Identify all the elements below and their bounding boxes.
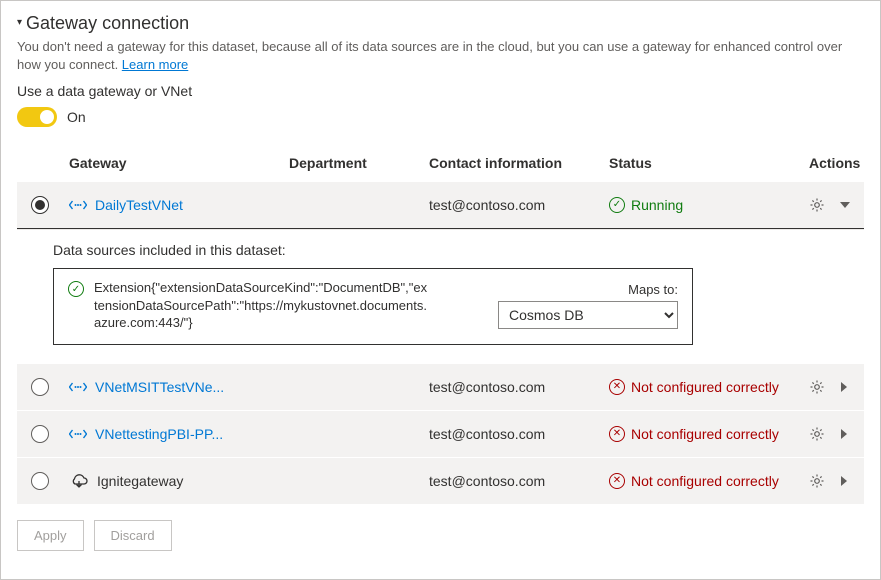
chevron-right-icon[interactable] — [839, 381, 849, 393]
status-text: Not configured correctly — [631, 426, 779, 442]
contact-cell: test@contoso.com — [429, 426, 609, 442]
row-actions — [809, 426, 859, 442]
gear-icon[interactable] — [809, 197, 825, 213]
col-actions: Actions — [809, 155, 872, 171]
gateway-table: Gateway Department Contact information S… — [17, 145, 864, 504]
cloud-gateway-icon — [69, 473, 89, 489]
check-circle-icon: ✓ — [68, 281, 84, 297]
apply-button[interactable]: Apply — [17, 520, 84, 551]
section-title: Gateway connection — [26, 13, 189, 34]
gateway-name: VNettestingPBI-PP... — [95, 426, 223, 442]
table-header: Gateway Department Contact information S… — [17, 145, 864, 181]
footer-buttons: Apply Discard — [17, 520, 864, 551]
gear-icon[interactable] — [809, 473, 825, 489]
gateway-radio[interactable] — [31, 425, 49, 443]
status-cell: ✓ Running — [609, 197, 809, 213]
gateway-name: VNetMSITTestVNe... — [95, 379, 224, 395]
gateway-name: Ignitegateway — [97, 473, 183, 489]
gateway-name-cell: VNetMSITTestVNe... — [69, 379, 289, 395]
section-header: ▾ Gateway connection — [17, 13, 864, 34]
vnet-icon — [69, 427, 87, 441]
learn-more-link[interactable]: Learn more — [122, 57, 188, 72]
gateway-name-cell: VNettestingPBI-PP... — [69, 426, 289, 442]
col-contact: Contact information — [429, 155, 609, 171]
col-status: Status — [609, 155, 809, 171]
toggle-state-label: On — [67, 109, 86, 125]
table-row[interactable]: Ignitegateway test@contoso.com ✕ Not con… — [17, 457, 864, 504]
datasource-details-panel: Data sources included in this dataset: ✓… — [17, 229, 864, 363]
gateway-name-cell: Ignitegateway — [69, 473, 289, 489]
datasource-box: ✓ Extension{"extensionDataSourceKind":"D… — [53, 268, 693, 345]
x-circle-icon: ✕ — [609, 426, 625, 442]
table-row[interactable]: VNettestingPBI-PP... test@contoso.com ✕ … — [17, 410, 864, 457]
status-text: Not configured correctly — [631, 473, 779, 489]
chevron-right-icon[interactable] — [839, 428, 849, 440]
gateway-radio[interactable] — [31, 472, 49, 490]
contact-cell: test@contoso.com — [429, 473, 609, 489]
toggle-row: On — [17, 107, 864, 127]
row-actions — [809, 379, 859, 395]
gateway-name-cell: DailyTestVNet — [69, 197, 289, 213]
maps-to-group: Maps to: Cosmos DB — [498, 282, 678, 329]
contact-cell: test@contoso.com — [429, 379, 609, 395]
row-actions — [809, 197, 861, 213]
status-cell: ✕ Not configured correctly — [609, 473, 809, 489]
status-cell: ✕ Not configured correctly — [609, 426, 809, 442]
contact-cell: test@contoso.com — [429, 197, 609, 213]
x-circle-icon: ✕ — [609, 473, 625, 489]
gateway-radio[interactable] — [31, 378, 49, 396]
vnet-icon — [69, 198, 87, 212]
gear-icon[interactable] — [809, 379, 825, 395]
col-gateway: Gateway — [69, 155, 289, 171]
section-description: You don't need a gateway for this datase… — [17, 38, 864, 73]
maps-to-label: Maps to: — [628, 282, 678, 297]
gear-icon[interactable] — [809, 426, 825, 442]
col-department: Department — [289, 155, 429, 171]
check-circle-icon: ✓ — [609, 197, 625, 213]
gateway-radio[interactable] — [31, 196, 49, 214]
status-text: Not configured correctly — [631, 379, 779, 395]
row-actions — [809, 473, 859, 489]
chevron-down-icon[interactable] — [839, 199, 851, 211]
vnet-icon — [69, 380, 87, 394]
table-row[interactable]: DailyTestVNet test@contoso.com ✓ Running — [17, 181, 864, 229]
chevron-right-icon[interactable] — [839, 475, 849, 487]
gateway-name: DailyTestVNet — [95, 197, 183, 213]
details-title: Data sources included in this dataset: — [53, 242, 856, 258]
gateway-toggle-label: Use a data gateway or VNet — [17, 83, 864, 99]
gateway-toggle[interactable] — [17, 107, 57, 127]
datasource-text: Extension{"extensionDataSourceKind":"Doc… — [94, 279, 428, 332]
table-row[interactable]: VNetMSITTestVNe... test@contoso.com ✕ No… — [17, 363, 864, 410]
maps-to-select[interactable]: Cosmos DB — [498, 301, 678, 329]
discard-button[interactable]: Discard — [94, 520, 172, 551]
status-text: Running — [631, 197, 683, 213]
collapse-triangle-icon[interactable]: ▾ — [17, 18, 22, 28]
x-circle-icon: ✕ — [609, 379, 625, 395]
status-cell: ✕ Not configured correctly — [609, 379, 809, 395]
